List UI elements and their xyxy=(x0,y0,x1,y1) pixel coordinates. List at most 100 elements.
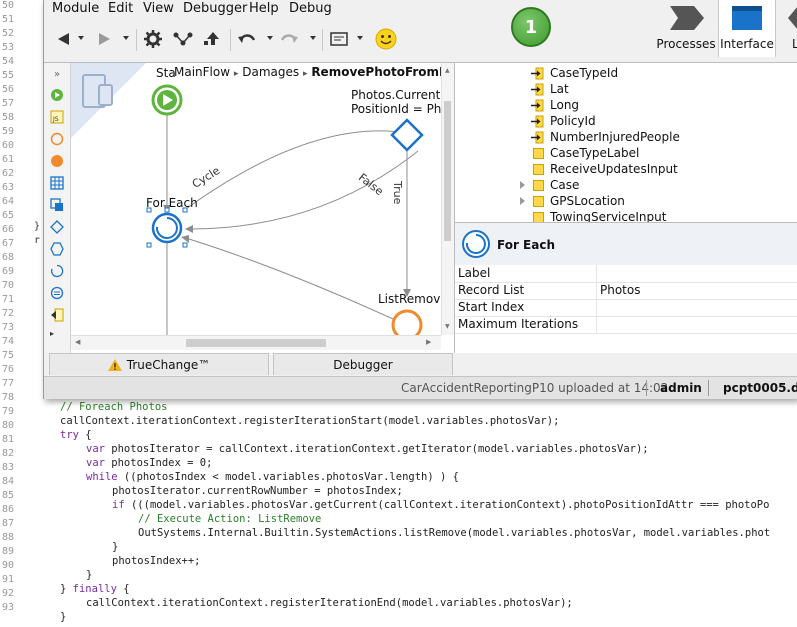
smiley-feedback-icon[interactable] xyxy=(375,28,397,50)
expand-arrow-icon[interactable] xyxy=(520,181,525,189)
expand-arrow-icon[interactable] xyxy=(520,197,525,205)
code-line: try { xyxy=(60,429,92,441)
line-number: 55 xyxy=(1,70,14,81)
exit-tool-icon[interactable] xyxy=(50,308,64,322)
tree-item[interactable]: PolicyId xyxy=(531,113,596,129)
property-row[interactable]: Record List Photos xyxy=(455,282,797,300)
code-line: OutSystems.Internal.Builtin.SystemAction… xyxy=(138,527,771,539)
tree-item[interactable]: CaseTypeLabel xyxy=(533,145,639,161)
tree-item[interactable]: GPSLocation xyxy=(520,193,625,209)
tree-item[interactable]: Lat xyxy=(531,81,569,97)
status-user[interactable]: admin xyxy=(660,381,702,395)
more-tools-icon[interactable]: ▸ xyxy=(50,329,64,343)
property-name: Label xyxy=(458,266,491,280)
gear-icon[interactable] xyxy=(142,28,164,50)
breadcrumb-separator-icon: ▸ xyxy=(233,69,239,79)
aggregate-tool-icon[interactable] xyxy=(50,176,64,190)
back-dropdown-icon[interactable] xyxy=(78,36,84,40)
property-divider xyxy=(596,282,597,299)
property-row[interactable]: Label xyxy=(455,265,797,283)
tree-item[interactable]: Long xyxy=(531,97,579,113)
flow-canvas[interactable]: Sta MainFlow ▸ Damages ▸ RemovePhotoFrom… xyxy=(71,63,441,335)
tab-interface-label: Interface xyxy=(720,37,774,51)
tab-debugger[interactable]: Debugger xyxy=(273,353,453,375)
javascript-tool-icon[interactable]: JS xyxy=(50,110,64,124)
redo-dropdown-icon[interactable] xyxy=(310,36,316,40)
switch-tool-icon[interactable] xyxy=(50,242,64,256)
assign-tool-icon[interactable] xyxy=(50,286,64,300)
tab-logic-label: L xyxy=(792,37,797,51)
tab-interface[interactable]: Interface xyxy=(718,0,776,57)
foreach-tool-icon[interactable] xyxy=(50,264,64,278)
tree-item[interactable]: ReceiveUpdatesInput xyxy=(533,161,678,177)
data-action-tool-icon[interactable] xyxy=(50,198,64,212)
line-number: 90 xyxy=(1,560,14,571)
notification-badge[interactable]: 1 xyxy=(511,7,551,47)
line-number: 83 xyxy=(1,462,14,473)
code-line: // Foreach Photos xyxy=(60,401,168,413)
toolbar-separator xyxy=(230,29,231,51)
destination-tool-icon[interactable] xyxy=(50,154,64,168)
breadcrumb-damages[interactable]: Damages xyxy=(242,65,299,79)
tab-logic[interactable]: L xyxy=(778,0,797,57)
horizontal-scroll-thumb[interactable] xyxy=(186,339,326,347)
line-number: 79 xyxy=(1,406,14,417)
property-value[interactable]: Photos xyxy=(600,283,640,297)
property-name: Maximum Iterations xyxy=(458,317,579,331)
vertical-scroll-thumb[interactable] xyxy=(444,101,451,241)
canvas-vertical-scrollbar[interactable]: ▲ ▼ xyxy=(441,63,454,335)
line-number: 86 xyxy=(1,504,14,515)
canvas-horizontal-scrollbar[interactable]: ◀ ▶ xyxy=(71,335,441,350)
tree-item[interactable]: CaseTypeId xyxy=(531,65,618,81)
listremove-node xyxy=(391,309,423,335)
tree-item-label: Long xyxy=(550,98,580,112)
dependencies-icon[interactable] xyxy=(172,28,194,50)
menu-help[interactable]: Help xyxy=(249,1,279,16)
local-variable-icon xyxy=(533,163,544,175)
property-divider xyxy=(596,316,597,333)
line-number: 81 xyxy=(1,434,14,445)
menu-edit[interactable]: Edit xyxy=(108,1,133,16)
local-variable-icon xyxy=(533,195,544,207)
code-line: photosIndex++; xyxy=(112,555,201,567)
status-divider xyxy=(708,380,709,396)
tree-item[interactable]: TowingServiceInput xyxy=(533,209,666,223)
line-number: 58 xyxy=(1,112,14,123)
screen-icon[interactable] xyxy=(328,28,350,50)
collapse-palette-icon[interactable]: » xyxy=(50,69,64,83)
back-arrow-icon[interactable] xyxy=(52,28,74,50)
line-number: 91 xyxy=(1,574,14,585)
menu-debugger[interactable]: Debugger xyxy=(183,1,247,16)
tree-item-label: PolicyId xyxy=(550,114,596,128)
screen-dropdown-icon[interactable] xyxy=(357,36,363,40)
breadcrumb-mainflow[interactable]: MainFlow xyxy=(174,65,230,79)
undo-icon[interactable] xyxy=(236,28,258,50)
line-number: 93 xyxy=(1,602,14,613)
start-tool-icon[interactable] xyxy=(50,88,64,102)
run-action-tool-icon[interactable] xyxy=(50,132,64,146)
menu-module[interactable]: Module xyxy=(52,1,99,16)
menu-view[interactable]: View xyxy=(143,1,174,16)
code-line: callContext.iterationContext.registerIte… xyxy=(86,597,573,609)
undo-dropdown-icon[interactable] xyxy=(267,36,273,40)
line-number: 74 xyxy=(1,336,14,347)
forward-dropdown-icon[interactable] xyxy=(123,36,129,40)
menu-debug[interactable]: Debug xyxy=(289,1,332,16)
publish-icon[interactable] xyxy=(202,28,224,50)
status-divider xyxy=(646,380,647,396)
tree-item[interactable]: Case xyxy=(520,177,579,193)
tree-item[interactable]: NumberInjuredPeople xyxy=(531,129,680,145)
if-tool-icon[interactable] xyxy=(50,220,64,234)
forward-arrow-icon[interactable] xyxy=(94,28,116,50)
toolbar-separator xyxy=(322,29,323,51)
redo-icon[interactable] xyxy=(278,28,300,50)
tab-processes[interactable]: Processes xyxy=(656,0,716,57)
property-row[interactable]: Maximum Iterations xyxy=(455,316,797,334)
line-number: 64 xyxy=(1,196,14,207)
code-line: } xyxy=(60,611,67,623)
property-row[interactable]: Start Index xyxy=(455,299,797,317)
status-server[interactable]: pcpt0005.dor xyxy=(723,381,797,395)
tree-item-label: Lat xyxy=(550,82,569,96)
tab-truechange[interactable]: TrueChange™ xyxy=(49,353,269,375)
line-number: 70 xyxy=(1,280,14,291)
